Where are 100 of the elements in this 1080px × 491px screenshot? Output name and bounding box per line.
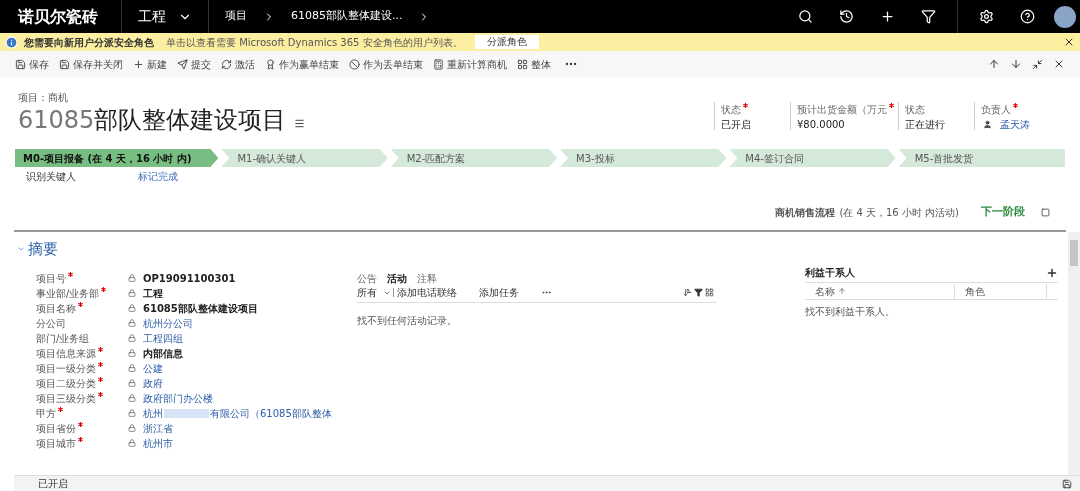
mark-complete-link[interactable]: 标记完成: [138, 168, 178, 184]
field-link[interactable]: 杭州市: [143, 435, 173, 451]
lock-icon: [128, 289, 136, 297]
view-icon[interactable]: [705, 288, 714, 297]
history-icon[interactable]: [839, 9, 854, 24]
add-icon[interactable]: [1046, 266, 1058, 279]
field-label: 项目一级分类: [36, 361, 96, 376]
arrow-down-icon[interactable]: [1010, 58, 1022, 70]
lock-icon: [128, 394, 136, 402]
plus-icon: [133, 58, 144, 70]
field-link[interactable]: 杭州: [143, 405, 163, 421]
field-link[interactable]: 有限公司（61085部队整体: [210, 405, 332, 421]
toolbar-button[interactable]: 作为赢单结束: [260, 51, 344, 77]
filter-icon[interactable]: [694, 288, 703, 297]
field-value: 内部信息: [143, 346, 183, 361]
owner-link[interactable]: 孟天涛: [1000, 117, 1030, 132]
lock-icon: [128, 319, 136, 327]
field-label: 状态: [905, 103, 925, 117]
save-icon: [59, 58, 70, 70]
field-link[interactable]: 工程四组: [143, 330, 183, 346]
field-label: 项目城市: [36, 436, 76, 451]
lock-icon: [128, 364, 136, 372]
process-stage[interactable]: M2-匹配方案: [390, 149, 558, 167]
field-value: 工程: [143, 286, 163, 301]
record-title: 61085部队整体建设项目: [18, 105, 287, 135]
field-label: 项目信息来源: [36, 346, 96, 361]
toolbar-button[interactable]: 保存: [10, 51, 54, 77]
sort-ascending-icon: [838, 287, 846, 295]
blurred-area: [164, 408, 209, 418]
collapse-icon[interactable]: [1032, 58, 1043, 70]
close-icon[interactable]: [1053, 58, 1065, 70]
help-icon[interactable]: [1020, 9, 1035, 24]
award-icon: [265, 58, 276, 70]
avatar[interactable]: [1054, 5, 1076, 28]
field-value: 61085部队整体建设项目: [143, 301, 258, 316]
person-icon: [983, 120, 992, 129]
field-label: 项目号: [36, 271, 66, 286]
filter-dropdown[interactable]: 所有: [357, 285, 391, 300]
process-stage[interactable]: M4-签订合同: [729, 149, 896, 167]
calculator-icon: [433, 58, 444, 70]
lock-icon: [128, 274, 136, 282]
section-title[interactable]: 摘要: [28, 238, 58, 261]
toolbar-button[interactable]: 作为丢单结束: [344, 51, 428, 77]
assign-role-button[interactable]: 分派角色: [474, 35, 539, 49]
column-header[interactable]: 角色: [955, 283, 1047, 299]
column-header[interactable]: 名称: [805, 283, 955, 299]
field-link[interactable]: 政府: [143, 375, 163, 391]
settings-icon[interactable]: [979, 9, 994, 24]
toolbar-button[interactable]: 整体: [512, 51, 556, 77]
square-icon[interactable]: [1041, 208, 1050, 217]
sort-icon[interactable]: [683, 288, 692, 297]
lock-icon: [128, 439, 136, 447]
process-stage[interactable]: M1-确认关键人: [221, 149, 388, 167]
field-label: 预计出货金额（万元: [797, 103, 887, 117]
plus-icon[interactable]: [880, 9, 895, 24]
menu-icon[interactable]: [294, 118, 306, 129]
search-icon[interactable]: [798, 9, 813, 24]
breadcrumb-link[interactable]: 项目: [209, 8, 263, 25]
entity-label: 项目：商机: [18, 91, 69, 105]
arrow-up-icon[interactable]: [988, 58, 1000, 70]
lock-icon: [128, 349, 136, 357]
next-stage-button[interactable]: 下一阶段: [981, 204, 1025, 221]
field-label: 项目三级分类: [36, 391, 96, 406]
activity-action[interactable]: 添加任务: [479, 285, 519, 300]
empty-message: 找不到利益干系人。: [805, 305, 896, 319]
field-value: OP19091100301: [143, 271, 236, 286]
activity-tab[interactable]: 公告: [357, 270, 377, 286]
process-stage[interactable]: M5-首批发货: [898, 149, 1065, 167]
lock-icon: [128, 304, 136, 312]
breadcrumb-link[interactable]: 61085部队整体建设...: [275, 8, 419, 25]
field-link[interactable]: 政府部门办公楼: [143, 390, 213, 406]
field-link[interactable]: 浙江省: [143, 420, 173, 436]
process-stage[interactable]: M3-投标: [560, 149, 727, 167]
save-icon[interactable]: [1062, 478, 1072, 489]
save-icon: [15, 58, 26, 70]
field-link[interactable]: 公建: [143, 360, 163, 376]
scrollbar[interactable]: [1068, 232, 1080, 475]
toolbar-button[interactable]: 激活: [216, 51, 260, 77]
activity-tab[interactable]: 活动: [387, 270, 407, 286]
lock-icon: [128, 424, 136, 432]
activity-action[interactable]: 添加电话联络: [397, 285, 457, 300]
toolbar-button[interactable]: 保存并关闭: [54, 51, 128, 77]
close-icon[interactable]: [1063, 36, 1075, 48]
process-stage[interactable]: M0-项目报备 (在 4 天，16 小时 内): [15, 149, 219, 167]
activity-tab[interactable]: 注释: [417, 270, 437, 286]
field-link[interactable]: 杭州分公司: [143, 315, 193, 331]
toolbar-button[interactable]: 提交: [172, 51, 216, 77]
field-label: 部门/业务组: [36, 331, 90, 346]
step-label: 识别关键人: [26, 169, 77, 184]
toolbar-button[interactable]: 重新计算商机: [428, 51, 512, 77]
header-field-value: 已开启: [721, 118, 752, 132]
field-label: 分公司: [36, 316, 66, 331]
notice-title: 您需要向新用户分派安全角色: [24, 35, 154, 50]
info-icon: [5, 35, 18, 49]
toolbar-button[interactable]: 新建: [128, 51, 172, 77]
panel-title: 利益干系人: [805, 266, 855, 280]
notice-message: 单击以查看需要 Microsoft Dynamics 365 安全角色的用户列表。: [166, 35, 463, 50]
grid-icon: [517, 58, 528, 70]
field-label: 事业部/业务部: [36, 286, 100, 301]
process-duration: (在 4 天，16 小时 内活动): [839, 206, 959, 220]
